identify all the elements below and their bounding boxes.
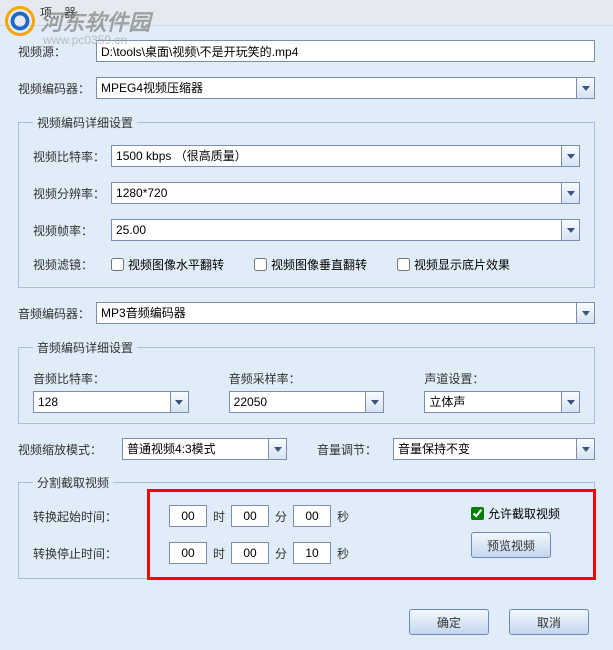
- vencoder-select[interactable]: MPEG4视频压缩器: [96, 77, 577, 99]
- achannel-label: 声道设置：: [424, 370, 580, 387]
- cb-hflip[interactable]: [111, 258, 124, 271]
- abitrate-select[interactable]: 128: [33, 391, 171, 413]
- volume-select[interactable]: 音量保持不变: [393, 438, 577, 460]
- asample-select[interactable]: 22050: [229, 391, 367, 413]
- unit-sec: 秒: [337, 508, 349, 525]
- vbitrate-label: 视频比特率：: [33, 148, 105, 165]
- cut-legend: 分割截取视频: [33, 474, 113, 491]
- cb-negative[interactable]: [397, 258, 410, 271]
- dropdown-icon[interactable]: [562, 219, 580, 241]
- start-hour-input[interactable]: [169, 505, 207, 527]
- cb-vflip-label: 视频图像垂直翻转: [271, 256, 367, 273]
- volume-label: 音量调节：: [317, 441, 377, 458]
- audio-detail-legend: 音频编码详细设置: [33, 339, 137, 356]
- stop-hour-input[interactable]: [169, 542, 207, 564]
- stop-sec-input[interactable]: [293, 542, 331, 564]
- unit-hour: 时: [213, 508, 225, 525]
- cancel-button[interactable]: 取消: [509, 609, 589, 635]
- vfilter-label: 视频滤镜：: [33, 256, 105, 273]
- preview-button[interactable]: 预览视频: [471, 532, 551, 558]
- unit-sec: 秒: [337, 545, 349, 562]
- cb-vflip[interactable]: [254, 258, 267, 271]
- dropdown-icon[interactable]: [562, 182, 580, 204]
- aencoder-select[interactable]: MP3音频编码器: [96, 302, 577, 324]
- start-sec-input[interactable]: [293, 505, 331, 527]
- cut-fieldset: 分割截取视频 转换起始时间： 时 分 秒 转换停止时间：: [18, 474, 595, 579]
- unit-min: 分: [275, 508, 287, 525]
- scale-select[interactable]: 普通视频4:3模式: [122, 438, 269, 460]
- unit-min: 分: [275, 545, 287, 562]
- cb-negative-label: 视频显示底片效果: [414, 256, 510, 273]
- achannel-select[interactable]: 立体声: [424, 391, 562, 413]
- dropdown-icon[interactable]: [366, 391, 384, 413]
- video-detail-legend: 视频编码详细设置: [33, 114, 137, 131]
- audio-detail-fieldset: 音频编码详细设置 音频比特率： 128 音频采样率： 22050 声道设置：: [18, 339, 595, 424]
- scale-label: 视频缩放模式：: [18, 441, 106, 458]
- vbitrate-select[interactable]: 1500 kbps （很高质量）: [111, 145, 562, 167]
- aencoder-label: 音频编码器：: [18, 305, 90, 322]
- video-detail-fieldset: 视频编码详细设置 视频比特率： 1500 kbps （很高质量） 视频分辨率： …: [18, 114, 595, 288]
- dropdown-icon[interactable]: [562, 145, 580, 167]
- cb-hflip-label: 视频图像水平翻转: [128, 256, 224, 273]
- dropdown-icon[interactable]: [562, 391, 580, 413]
- vres-label: 视频分辨率：: [33, 185, 105, 202]
- dropdown-icon[interactable]: [577, 438, 595, 460]
- vencoder-label: 视频编码器：: [18, 80, 90, 97]
- dropdown-icon[interactable]: [269, 438, 287, 460]
- source-input[interactable]: [96, 40, 595, 62]
- dropdown-icon[interactable]: [577, 77, 595, 99]
- vres-select[interactable]: 1280*720: [111, 182, 562, 204]
- stop-min-input[interactable]: [231, 542, 269, 564]
- dropdown-icon[interactable]: [171, 391, 189, 413]
- allow-cut-label: 允许截取视频: [488, 505, 560, 522]
- titlebar: 项…器: [0, 0, 613, 26]
- source-label: 视频源：: [18, 43, 90, 60]
- dropdown-icon[interactable]: [577, 302, 595, 324]
- ok-button[interactable]: 确定: [409, 609, 489, 635]
- abitrate-label: 音频比特率：: [33, 370, 189, 387]
- allow-cut-checkbox[interactable]: [471, 507, 484, 520]
- start-min-input[interactable]: [231, 505, 269, 527]
- unit-hour: 时: [213, 545, 225, 562]
- stop-label: 转换停止时间：: [33, 545, 133, 562]
- title-text: 项…器: [40, 6, 76, 20]
- vfps-select[interactable]: 25.00: [111, 219, 562, 241]
- asample-label: 音频采样率：: [229, 370, 385, 387]
- vfps-label: 视频帧率：: [33, 222, 105, 239]
- start-label: 转换起始时间：: [33, 508, 133, 525]
